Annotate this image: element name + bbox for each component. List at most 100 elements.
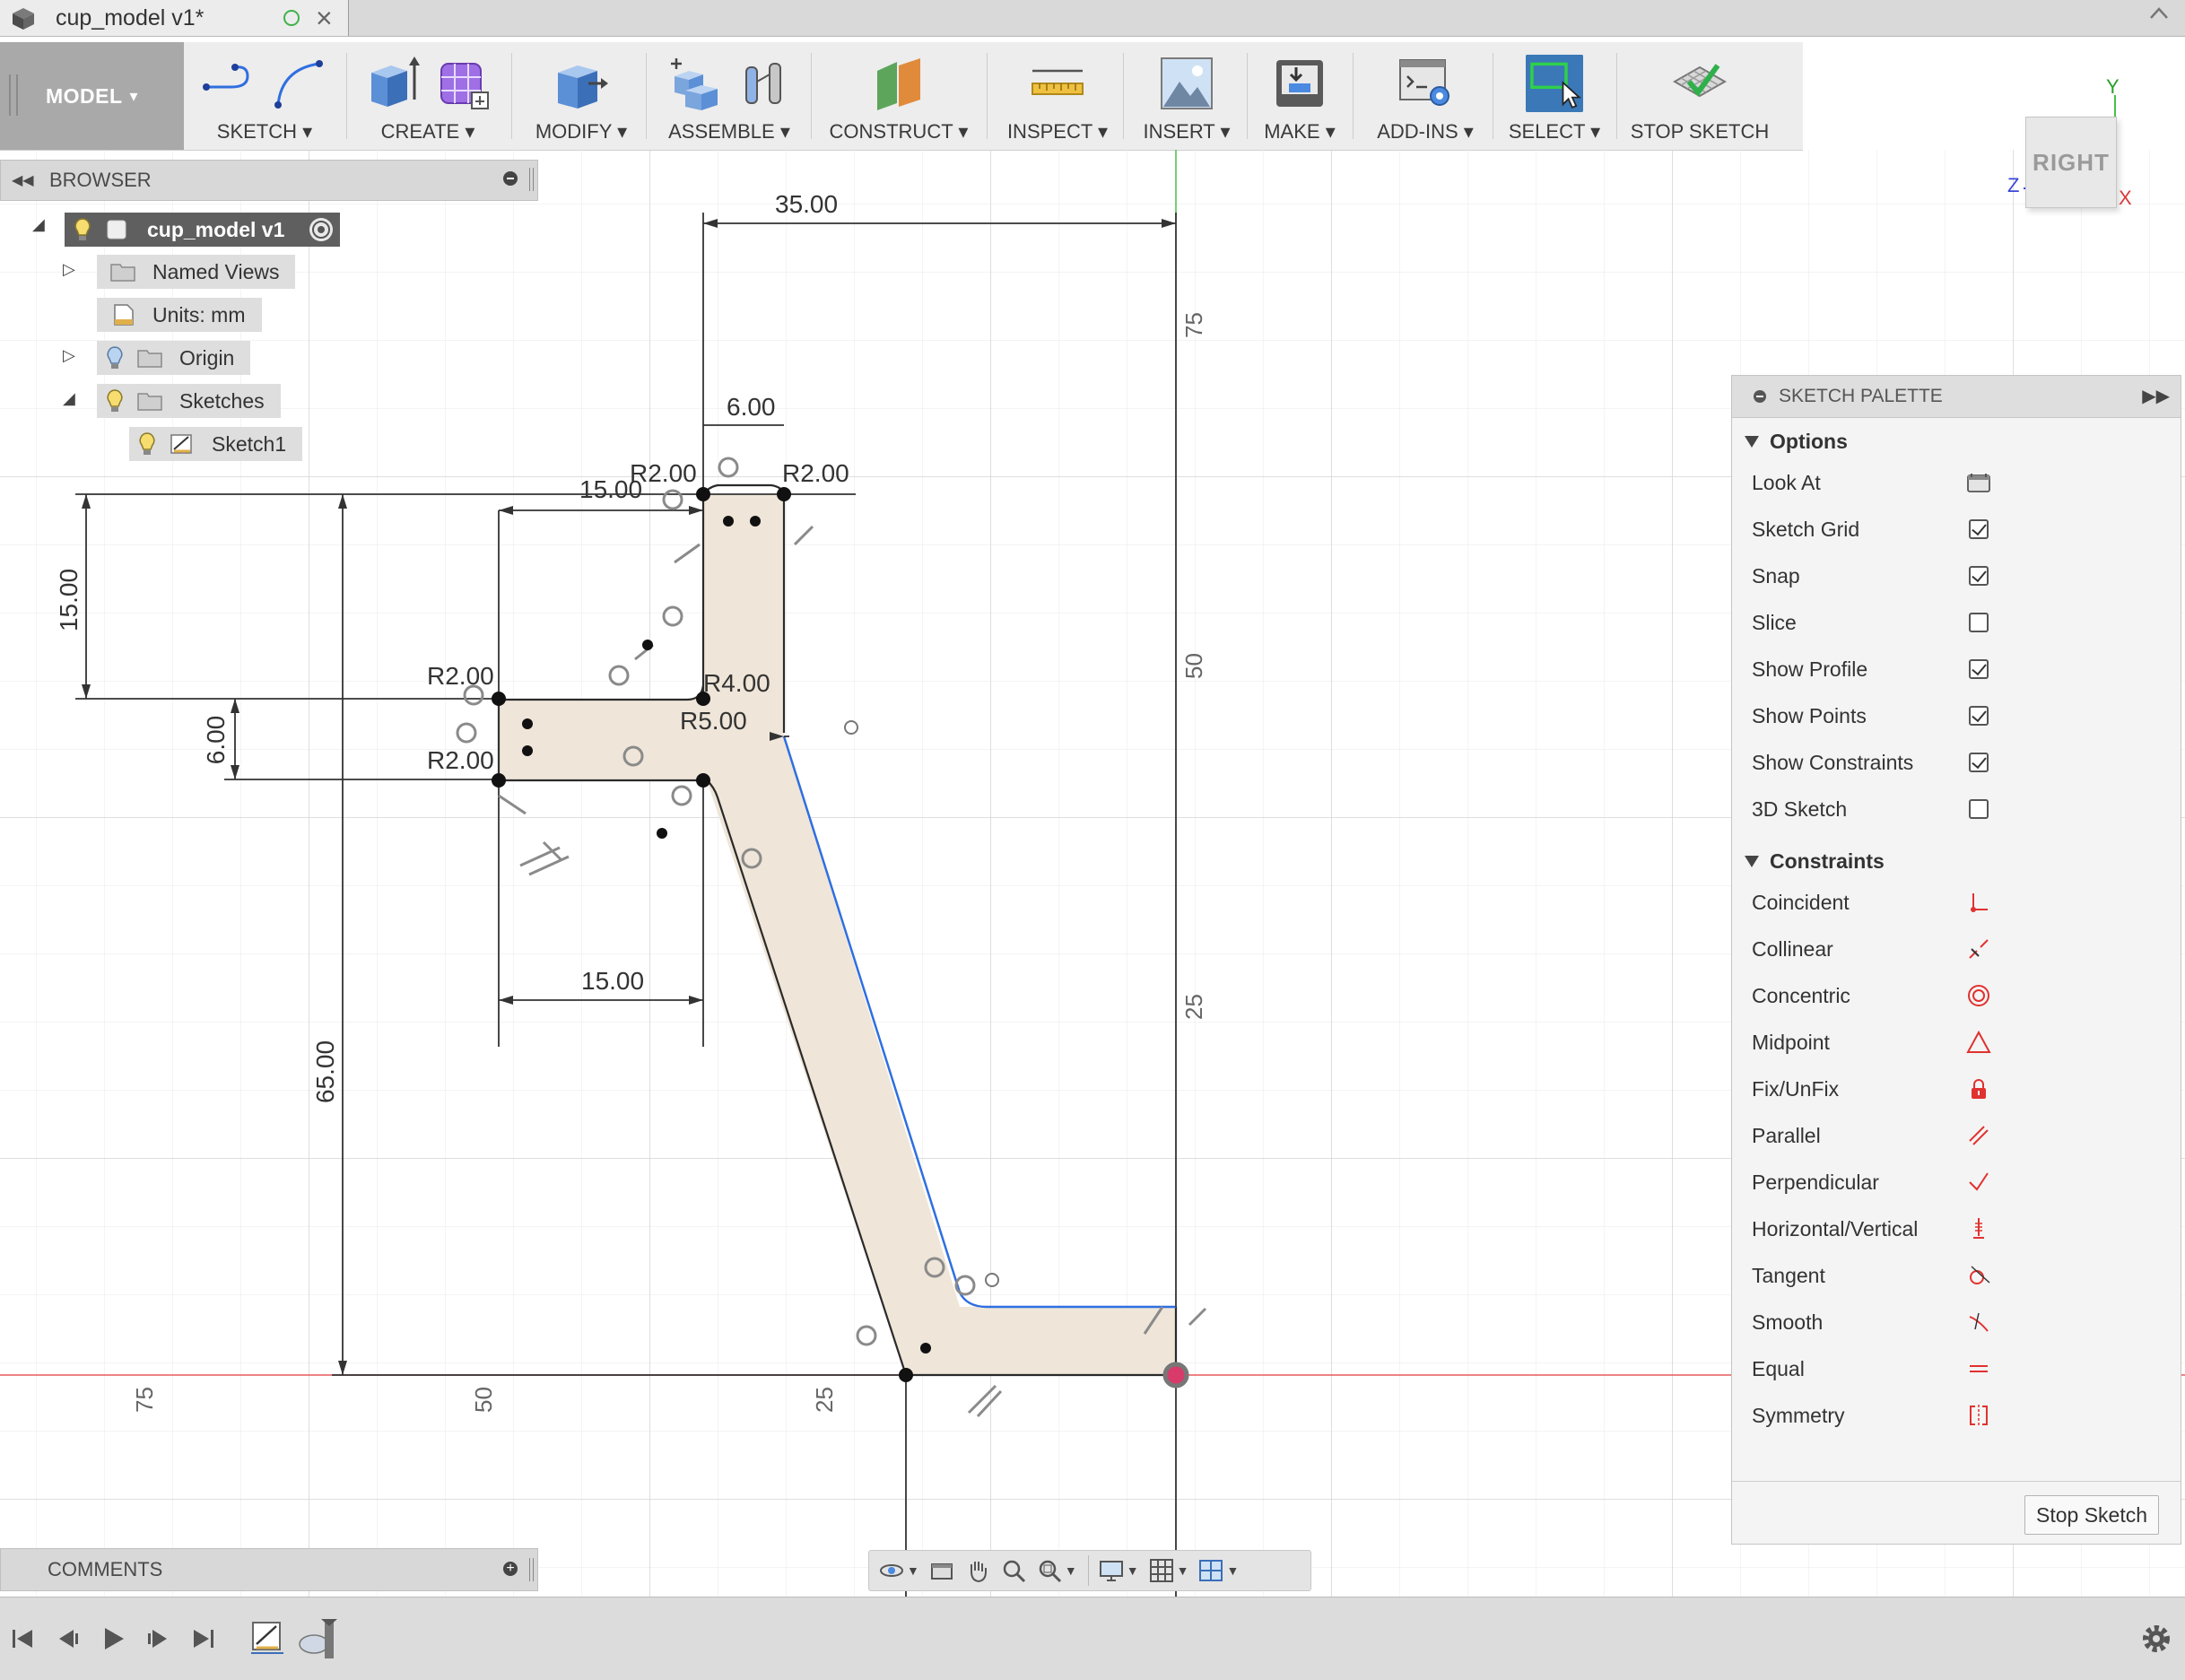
sketch-grid-checkbox[interactable] (1969, 519, 1989, 539)
zoom-icon[interactable] (1000, 1557, 1027, 1584)
dim-base-offset[interactable]: 15.00 (581, 967, 644, 995)
pan-hand-icon[interactable] (964, 1557, 991, 1584)
insert-image-icon[interactable] (1158, 55, 1215, 112)
constraint-midpoint[interactable]: Midpoint (1732, 1020, 2181, 1065)
offset-plane-icon[interactable] (870, 55, 927, 112)
horizontal-vertical-icon[interactable] (1966, 1216, 1991, 1241)
option-sketch-grid[interactable]: Sketch Grid (1732, 507, 2181, 552)
extrude-icon[interactable] (364, 55, 422, 112)
toolbar-group-sketch[interactable]: SKETCH ▾ (192, 42, 337, 150)
toolbar-grip-icon[interactable] (9, 74, 18, 116)
tree-node-origin[interactable]: Origin (97, 340, 251, 376)
panel-grip-icon[interactable] (529, 168, 534, 191)
measure-icon[interactable] (1029, 55, 1086, 112)
3d-sketch-checkbox[interactable] (1969, 799, 1989, 819)
scripts-icon[interactable] (1397, 55, 1454, 112)
dim-rim-height[interactable]: 15.00 (55, 569, 83, 631)
dim-width-top[interactable]: 35.00 (775, 190, 838, 218)
stop-sketch-icon[interactable] (1671, 55, 1728, 112)
center-point[interactable] (844, 720, 858, 735)
constraint-horizontal-vertical[interactable]: Horizontal/Vertical (1732, 1206, 2181, 1251)
toolbar-group-create[interactable]: CREATE ▾ (355, 42, 501, 150)
line-icon[interactable] (201, 55, 258, 112)
tree-node-sketch1[interactable]: Sketch1 (129, 426, 303, 462)
gear-icon[interactable] (2138, 1621, 2174, 1657)
lightbulb-icon[interactable] (74, 217, 91, 242)
toolbar-group-insert[interactable]: INSERT ▾ (1128, 42, 1245, 150)
grid-settings-icon[interactable] (1148, 1557, 1175, 1584)
step-forward-icon[interactable] (142, 1623, 174, 1655)
collapsed-triangle-icon[interactable]: ▷ (63, 260, 75, 279)
lightbulb-icon[interactable] (106, 345, 124, 370)
step-back-icon[interactable] (52, 1623, 84, 1655)
coincident-icon[interactable] (1966, 890, 1991, 915)
comments-panel-header[interactable]: COMMENTS + (0, 1548, 538, 1591)
stop-sketch-button[interactable]: Stop Sketch (2024, 1495, 2159, 1535)
timeline-marker-icon[interactable] (296, 1617, 337, 1662)
expanded-triangle-icon[interactable]: ◢ (63, 389, 75, 408)
3d-print-icon[interactable] (1271, 55, 1328, 112)
fix-unfix-icon[interactable] (1966, 1076, 1991, 1101)
lightbulb-icon[interactable] (138, 431, 156, 457)
expanded-triangle-icon[interactable]: ◢ (32, 215, 45, 234)
concentric-icon[interactable] (1966, 983, 1991, 1008)
dim-flange-thickness[interactable]: 6.00 (202, 716, 230, 765)
origin-point[interactable] (1162, 1362, 1189, 1388)
smooth-icon[interactable] (1966, 1310, 1991, 1335)
tree-node-units[interactable]: Units: mm (97, 297, 262, 333)
form-icon[interactable] (434, 55, 492, 112)
show-profile-checkbox[interactable] (1969, 659, 1989, 679)
collapse-panel-icon[interactable]: ◀◀ (12, 171, 34, 189)
tangent-icon[interactable] (1966, 1263, 1991, 1288)
toolbar-group-add-ins[interactable]: ADD-INS ▾ (1360, 42, 1491, 150)
chevron-down-icon[interactable]: ▼ (1127, 1563, 1139, 1578)
joint-icon[interactable] (736, 55, 793, 112)
show-constraints-checkbox[interactable] (1969, 753, 1989, 772)
new-component-icon[interactable] (666, 55, 723, 112)
chevron-down-icon[interactable]: ▼ (1065, 1563, 1077, 1578)
chevron-up-icon[interactable] (2149, 4, 2169, 23)
expand-palette-icon[interactable]: ▶▶ (2142, 385, 2170, 407)
workspace-switcher[interactable]: MODEL ▾ (0, 42, 184, 150)
option-show-constraints[interactable]: Show Constraints (1732, 740, 2181, 785)
document-tab[interactable]: cup_model v1* × (0, 0, 349, 36)
toolbar-group-make[interactable]: MAKE ▾ (1252, 42, 1347, 150)
constraint-smooth[interactable]: Smooth (1732, 1300, 2181, 1345)
look-at-icon[interactable] (928, 1557, 955, 1584)
parallel-icon[interactable] (1966, 1123, 1991, 1148)
select-icon[interactable] (1526, 55, 1583, 112)
option-show-points[interactable]: Show Points (1732, 693, 2181, 738)
chevron-down-icon[interactable]: ▼ (1177, 1563, 1189, 1578)
show-points-checkbox[interactable] (1969, 706, 1989, 726)
center-point[interactable] (985, 1273, 999, 1287)
minimize-palette-icon[interactable] (1754, 390, 1766, 403)
sketch-palette-header[interactable]: SKETCH PALETTE ▶▶ (1732, 376, 2181, 418)
constraint-coincident[interactable]: Coincident (1732, 880, 2181, 925)
dim-total-height[interactable]: 65.00 (311, 1040, 339, 1103)
constraint-tangent[interactable]: Tangent (1732, 1253, 2181, 1298)
viewports-icon[interactable] (1197, 1557, 1224, 1584)
toolbar-group-modify[interactable]: MODIFY ▾ (518, 42, 644, 150)
panel-grip-icon[interactable] (529, 1558, 534, 1581)
view-cube[interactable]: Y Z RIGHT X (2007, 75, 2162, 224)
equal-icon[interactable] (1966, 1356, 1991, 1381)
midpoint-icon[interactable] (1966, 1030, 1991, 1055)
constraint-parallel[interactable]: Parallel (1732, 1113, 2181, 1158)
perpendicular-icon[interactable] (1966, 1170, 1991, 1195)
options-section-header[interactable]: Options (1745, 430, 1848, 454)
dim-radius-c[interactable]: R2.00 (427, 662, 494, 690)
dim-radius-outer[interactable]: R5.00 (680, 707, 747, 735)
constraint-perpendicular[interactable]: Perpendicular (1732, 1160, 2181, 1205)
chevron-down-icon[interactable]: ▼ (907, 1563, 919, 1578)
collapsed-triangle-icon[interactable]: ▷ (63, 346, 75, 365)
display-settings-icon[interactable] (1098, 1557, 1125, 1584)
zoom-window-icon[interactable] (1036, 1557, 1063, 1584)
minimize-panel-icon[interactable] (503, 171, 518, 186)
constraint-collinear[interactable]: Collinear (1732, 927, 2181, 971)
toolbar-group-inspect[interactable]: INSPECT ▾ (994, 42, 1121, 150)
view-cube-face[interactable]: RIGHT (2025, 117, 2117, 208)
dim-radius-d[interactable]: R2.00 (427, 746, 494, 774)
constraint-equal[interactable]: Equal (1732, 1346, 2181, 1391)
activate-radio-icon[interactable] (309, 218, 334, 241)
constraint-concentric[interactable]: Concentric (1732, 973, 2181, 1018)
